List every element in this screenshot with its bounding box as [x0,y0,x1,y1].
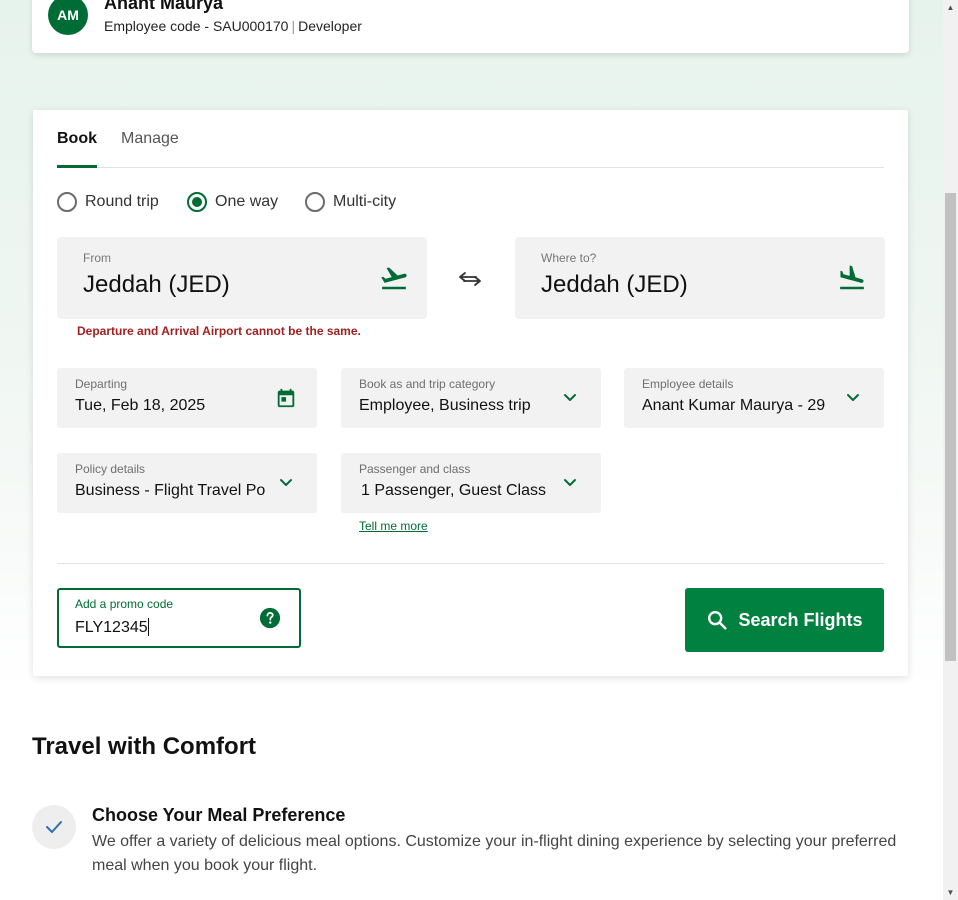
from-airport-field[interactable]: From Jeddah (JED) [57,237,427,319]
radio-one-way[interactable]: One way [187,192,278,212]
booking-card: Book Manage Round trip One way Multi-cit… [33,110,908,676]
plane-arrival-icon [840,265,864,290]
radio-circle[interactable] [187,192,207,212]
radio-label: Multi-city [333,193,397,210]
book-as-value: Employee, Business trip [359,397,531,414]
departing-label: Departing [75,377,128,391]
radio-round-trip[interactable]: Round trip [57,192,159,212]
radio-label: One way [215,193,279,210]
swap-icon[interactable] [456,270,484,288]
tab-manage[interactable]: Manage [121,130,179,148]
radio-multi-city[interactable]: Multi-city [305,192,396,212]
section-title: Travel with Comfort [32,733,257,760]
chevron-down-icon [280,479,292,486]
tab-book[interactable]: Book [57,130,97,168]
departing-value: Tue, Feb 18, 2025 [75,397,206,414]
to-airport-field[interactable]: Where to? Jeddah (JED) [515,237,885,319]
scroll-up-arrow-icon[interactable]: ▲ [943,0,958,15]
policy-details-dropdown[interactable]: Policy details Business - Flight Travel … [57,453,317,513]
page-scrollbar[interactable]: ▲ ▼ [943,0,958,900]
employee-value: Anant Kumar Maurya - 29 [642,397,826,414]
policy-value: Business - Flight Travel Po [75,482,266,499]
to-value: Jeddah (JED) [541,271,688,298]
meal-preference-title: Choose Your Meal Preference [92,805,346,825]
divider [57,563,884,564]
radio-circle[interactable] [57,192,77,212]
employee-label: Employee details [642,377,734,391]
checkmark-badge [32,805,76,849]
chevron-down-icon [564,479,576,486]
profile-name: Anant Maurya [104,0,224,13]
text-caret [148,618,149,636]
profile-card: AM Anant Maurya Employee code - SAU00017… [32,0,909,53]
radio-label: Round trip [85,193,159,210]
tell-me-more-link[interactable]: Tell me more [359,519,428,533]
scrollbar-thumb[interactable] [945,193,956,661]
chevron-down-icon [564,394,576,401]
meta-separator: | [291,18,296,34]
to-label: Where to? [541,251,597,265]
promo-code-field[interactable]: Add a promo code [57,588,301,648]
employee-details-dropdown[interactable]: Employee details Anant Kumar Maurya - 29 [624,368,884,428]
calendar-icon[interactable] [275,387,297,409]
avatar: AM [48,0,88,35]
search-flights-label: Search Flights [738,609,863,630]
departing-date-field[interactable]: Departing Tue, Feb 18, 2025 [57,368,317,428]
passenger-label: Passenger and class [359,462,471,476]
airport-error-message: Departure and Arrival Airport cannot be … [77,324,361,338]
from-value: Jeddah (JED) [83,271,230,298]
book-as-label: Book as and trip category [359,377,496,391]
plane-departure-icon [381,267,407,290]
employee-role: Developer [298,18,362,34]
passenger-class-dropdown[interactable]: Passenger and class 1 Passenger, Guest C… [341,453,601,513]
search-icon [708,611,728,630]
meal-preference-description: We offer a variety of delicious meal opt… [92,833,897,874]
scroll-down-arrow-icon[interactable]: ▼ [943,885,958,900]
profile-meta: Employee code - SAU000170 | Developer [104,18,362,34]
chevron-down-icon [847,394,859,401]
from-label: From [83,251,111,265]
policy-label: Policy details [75,462,146,476]
search-flights-button[interactable]: Search Flights [685,588,884,652]
passenger-value: 1 Passenger, Guest Class [361,482,546,499]
booking-tabs: Book Manage [57,110,884,168]
promo-label: Add a promo code [75,597,174,611]
radio-circle[interactable] [305,192,325,212]
promo-code-input[interactable] [75,617,245,639]
checkmark-icon [46,821,62,833]
help-icon[interactable] [259,607,281,629]
book-as-dropdown[interactable]: Book as and trip category Employee, Busi… [341,368,601,428]
employee-code: Employee code - SAU000170 [104,18,289,34]
